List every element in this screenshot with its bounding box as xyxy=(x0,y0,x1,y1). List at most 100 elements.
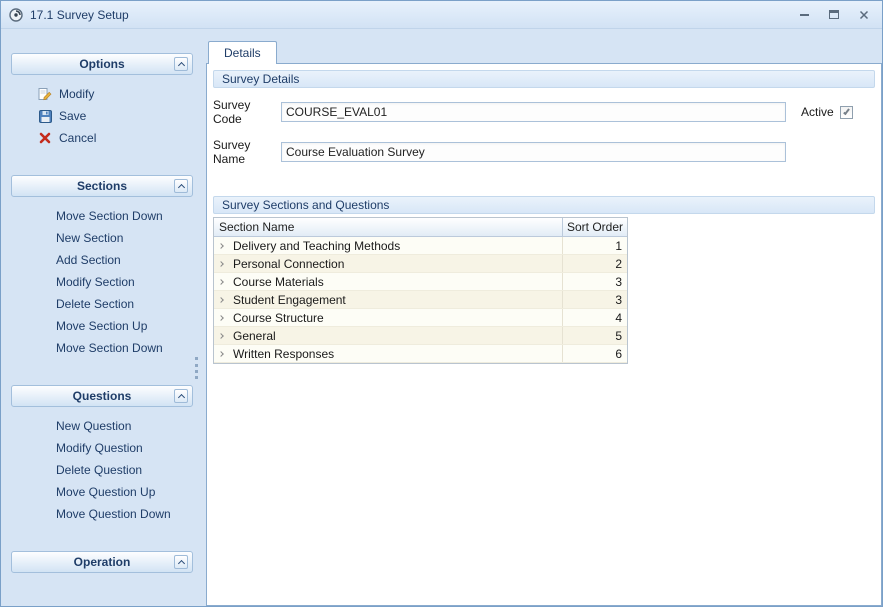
main-area: Details Survey Details Survey Code Activ… xyxy=(206,41,882,606)
table-row[interactable]: Course Structure 4 xyxy=(214,309,627,327)
close-button[interactable] xyxy=(854,7,874,22)
sort-order-cell: 1 xyxy=(563,237,627,254)
expand-icon[interactable] xyxy=(219,244,233,248)
save-label: Save xyxy=(59,109,86,123)
sidebar-item-new-question[interactable]: New Question xyxy=(11,415,193,437)
panel-questions: Questions New Question Modify Question D… xyxy=(11,385,193,535)
expand-icon[interactable] xyxy=(219,280,233,284)
survey-name-row: Survey Name xyxy=(213,138,875,166)
sidebar-item-move-question-up[interactable]: Move Question Up xyxy=(11,481,193,503)
sort-order-cell: 4 xyxy=(563,309,627,326)
panel-operation: Operation xyxy=(11,551,193,573)
sidebar-item-modify-question[interactable]: Modify Question xyxy=(11,437,193,459)
maximize-icon xyxy=(829,10,839,19)
sidebar-item-modify-section[interactable]: Modify Section xyxy=(11,271,193,293)
sort-order-cell: 3 xyxy=(563,291,627,308)
sort-order-cell: 3 xyxy=(563,273,627,290)
app-window: 17.1 Survey Setup Options xyxy=(0,0,883,607)
table-row[interactable]: Personal Connection 2 xyxy=(214,255,627,273)
expand-icon[interactable] xyxy=(219,352,233,356)
survey-code-row: Survey Code Active xyxy=(213,98,875,126)
table-row[interactable]: Written Responses 6 xyxy=(214,345,627,363)
window-title: 17.1 Survey Setup xyxy=(30,8,129,22)
panel-options-header[interactable]: Options xyxy=(11,53,193,75)
sidebar-item-new-section[interactable]: New Section xyxy=(11,227,193,249)
chevron-up-icon xyxy=(177,184,184,191)
panel-title: Questions xyxy=(73,389,132,403)
collapse-sections-button[interactable] xyxy=(174,179,188,193)
save-icon xyxy=(38,109,52,123)
details-panel: Survey Details Survey Code Active Survey… xyxy=(206,63,882,606)
sections-questions-header: Survey Sections and Questions xyxy=(213,196,875,214)
column-header-section-name[interactable]: Section Name xyxy=(214,218,563,236)
active-checkbox[interactable] xyxy=(840,106,853,119)
grid-header: Section Name Sort Order xyxy=(214,218,627,237)
tab-details[interactable]: Details xyxy=(208,41,277,64)
expand-icon[interactable] xyxy=(219,316,233,320)
expand-icon[interactable] xyxy=(219,262,233,266)
collapse-questions-button[interactable] xyxy=(174,389,188,403)
panel-title: Options xyxy=(79,57,124,71)
expand-icon[interactable] xyxy=(219,334,233,338)
sort-order-cell: 5 xyxy=(563,327,627,344)
survey-details-header: Survey Details xyxy=(213,70,875,88)
section-name-cell: Delivery and Teaching Methods xyxy=(233,239,400,253)
table-row[interactable]: General 5 xyxy=(214,327,627,345)
sidebar-item-move-section-up[interactable]: Move Section Up xyxy=(11,315,193,337)
panel-questions-header[interactable]: Questions xyxy=(11,385,193,407)
active-label: Active xyxy=(801,105,834,119)
maximize-button[interactable] xyxy=(824,7,844,22)
collapse-operation-button[interactable] xyxy=(174,555,188,569)
minimize-button[interactable] xyxy=(794,7,814,22)
window-controls xyxy=(784,7,874,22)
table-row[interactable]: Delivery and Teaching Methods 1 xyxy=(214,237,627,255)
splitter-handle[interactable] xyxy=(195,357,198,379)
modify-icon xyxy=(38,87,52,101)
table-row[interactable]: Course Materials 3 xyxy=(214,273,627,291)
minimize-icon xyxy=(800,14,809,16)
panel-sections-header[interactable]: Sections xyxy=(11,175,193,197)
grid-rows: Delivery and Teaching Methods 1 Personal… xyxy=(214,237,627,363)
collapse-options-button[interactable] xyxy=(174,57,188,71)
sort-order-cell: 6 xyxy=(563,345,627,362)
save-button[interactable]: Save xyxy=(11,105,193,127)
sort-order-cell: 2 xyxy=(563,255,627,272)
panel-title: Operation xyxy=(74,555,131,569)
window-body: Options Modify xyxy=(1,29,882,606)
survey-name-input[interactable] xyxy=(281,142,786,162)
panel-sections: Sections Move Section Down New Section A… xyxy=(11,175,193,369)
cancel-icon xyxy=(38,131,52,145)
sidebar-item-move-section-down-2[interactable]: Move Section Down xyxy=(11,337,193,359)
section-name-cell: General xyxy=(233,329,276,343)
table-row[interactable]: Student Engagement 3 xyxy=(214,291,627,309)
section-name-cell: Student Engagement xyxy=(233,293,346,307)
sidebar-item-delete-section[interactable]: Delete Section xyxy=(11,293,193,315)
panel-operation-header[interactable]: Operation xyxy=(11,551,193,573)
sections-grid: Section Name Sort Order Delivery and Tea… xyxy=(213,217,628,364)
survey-name-label: Survey Name xyxy=(213,138,281,166)
close-icon xyxy=(859,10,869,20)
section-name-cell: Course Materials xyxy=(233,275,324,289)
sidebar: Options Modify xyxy=(11,41,193,606)
sidebar-item-move-section-down[interactable]: Move Section Down xyxy=(11,205,193,227)
sidebar-item-move-question-down[interactable]: Move Question Down xyxy=(11,503,193,525)
modify-button[interactable]: Modify xyxy=(11,83,193,105)
cancel-button[interactable]: Cancel xyxy=(11,127,193,149)
survey-code-input[interactable] xyxy=(281,102,786,122)
section-name-cell: Personal Connection xyxy=(233,257,344,271)
chevron-up-icon xyxy=(177,560,184,567)
chevron-up-icon xyxy=(177,394,184,401)
expand-icon[interactable] xyxy=(219,298,233,302)
sidebar-item-add-section[interactable]: Add Section xyxy=(11,249,193,271)
sidebar-item-delete-question[interactable]: Delete Question xyxy=(11,459,193,481)
panel-options: Options Modify xyxy=(11,53,193,159)
panel-title: Sections xyxy=(77,179,127,193)
modify-label: Modify xyxy=(59,87,94,101)
titlebar: 17.1 Survey Setup xyxy=(1,1,882,29)
chevron-up-icon xyxy=(177,62,184,69)
app-icon xyxy=(8,7,24,23)
check-icon xyxy=(843,107,850,114)
section-name-cell: Course Structure xyxy=(233,311,324,325)
column-header-sort-order[interactable]: Sort Order xyxy=(563,218,627,236)
cancel-label: Cancel xyxy=(59,131,96,145)
